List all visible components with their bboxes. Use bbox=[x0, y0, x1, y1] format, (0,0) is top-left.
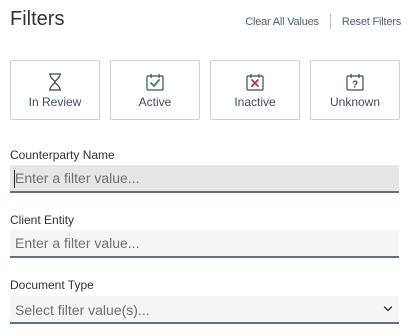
calendar-check-icon bbox=[146, 74, 164, 91]
filters-panel: Filters Clear All Values Reset Filters I… bbox=[0, 0, 414, 336]
hourglass-icon bbox=[49, 73, 61, 91]
status-label: Active bbox=[138, 95, 172, 109]
document-type-placeholder: Select filter value(s)... bbox=[15, 302, 150, 318]
calendar-x-icon bbox=[246, 74, 264, 91]
document-type-select[interactable]: Select filter value(s)... bbox=[10, 296, 399, 324]
reset-filters-link[interactable]: Reset Filters bbox=[342, 15, 401, 29]
client-entity-label: Client Entity bbox=[10, 213, 75, 227]
calendar-question-icon: ? bbox=[346, 74, 364, 91]
svg-text:?: ? bbox=[352, 80, 358, 91]
document-type-label: Document Type bbox=[10, 278, 94, 292]
page-title: Filters bbox=[10, 8, 65, 30]
status-card-in-review[interactable]: In Review bbox=[10, 60, 100, 120]
status-filter-row: In Review Active Inactive ? Unknown bbox=[10, 60, 404, 120]
status-label: Unknown bbox=[329, 95, 381, 109]
status-label: Inactive bbox=[234, 95, 276, 109]
status-label: In Review bbox=[28, 95, 82, 109]
client-entity-input[interactable] bbox=[10, 230, 399, 258]
counterparty-name-input[interactable] bbox=[10, 165, 399, 193]
status-card-active[interactable]: Active bbox=[110, 60, 200, 120]
chevron-down-icon bbox=[383, 306, 393, 312]
status-card-inactive[interactable]: Inactive bbox=[210, 60, 300, 120]
status-card-unknown[interactable]: ? Unknown bbox=[310, 60, 400, 120]
clear-all-values-link[interactable]: Clear All Values bbox=[245, 15, 319, 29]
header-actions: Clear All Values Reset Filters bbox=[245, 14, 401, 29]
filters-header: Filters Clear All Values Reset Filters bbox=[10, 6, 404, 36]
header-divider bbox=[329, 14, 331, 29]
counterparty-name-label: Counterparty Name bbox=[10, 148, 115, 162]
text-caret bbox=[14, 170, 15, 188]
